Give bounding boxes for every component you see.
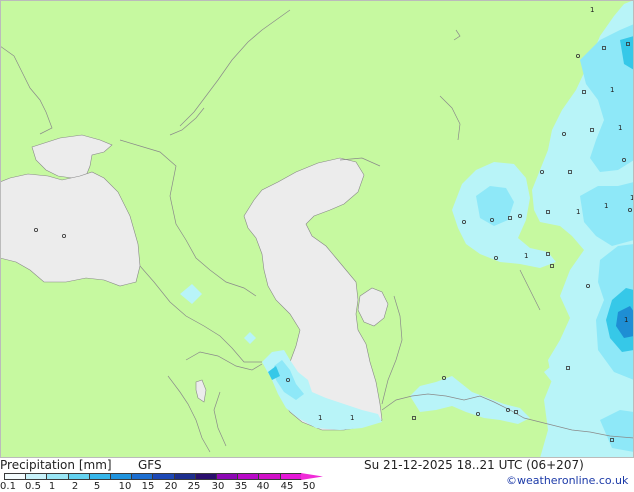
precip-value-label: 1 [618, 124, 622, 132]
colorbar-swatch [67, 473, 90, 480]
colorbar-swatch [173, 473, 196, 480]
precipitation-map: 1111111 111 [0, 0, 634, 458]
colorbar-tick-label: 20 [164, 481, 178, 492]
precip-value-label: 1 [624, 316, 628, 324]
colorbar-swatch [25, 473, 48, 480]
precip-value-label: 1 [350, 414, 354, 422]
colorbar-swatch [194, 473, 217, 480]
colorbar-tick-label: 40 [256, 481, 270, 492]
credit-link[interactable]: ©weatheronline.co.uk [506, 475, 628, 486]
model-name: GFS [138, 458, 162, 472]
legend-title: Precipitation [mm] [0, 458, 112, 472]
precip-value-label: 1 [576, 208, 580, 216]
precip-value-label: 1 [318, 414, 322, 422]
colorbar-tick-label: 5 [93, 481, 101, 492]
colorbar-tick-label: 25 [187, 481, 201, 492]
colorbar-swatch [110, 473, 133, 480]
colorbar-tick-label: 0.1 [0, 481, 16, 492]
map-area: 1111111111 [0, 0, 634, 458]
colorbar-swatch [46, 473, 69, 480]
colorbar-swatch [88, 473, 111, 480]
colorbar-tick-label: 10 [118, 481, 132, 492]
colorbar-swatch [152, 473, 175, 480]
colorbar-tick-label: 45 [280, 481, 294, 492]
colorbar-swatch [4, 473, 27, 480]
colorbar-tick-label: 35 [234, 481, 248, 492]
colorbar-swatch [216, 473, 239, 480]
colorbar-tick-label: 1 [48, 481, 56, 492]
precip-value-label: 1 [524, 252, 528, 260]
colorbar-swatch [279, 473, 302, 480]
colorbar-tick-label: 0.5 [25, 481, 41, 492]
colorbar-swatch [131, 473, 154, 480]
precip-value-label: 1 [604, 202, 608, 210]
precip-value-label: 1 [590, 6, 594, 14]
precip-value-label: 1 [610, 86, 614, 94]
colorbar-swatch [237, 473, 260, 480]
colorbar-tick-label: 2 [71, 481, 79, 492]
colorbar-tick-label: 30 [211, 481, 225, 492]
valid-time: Su 21-12-2025 18..21 UTC (06+207) [364, 458, 584, 472]
colorbar-tick-label: 15 [141, 481, 155, 492]
colorbar-swatch [258, 473, 281, 480]
colorbar-tick-label: 50 [302, 481, 316, 492]
